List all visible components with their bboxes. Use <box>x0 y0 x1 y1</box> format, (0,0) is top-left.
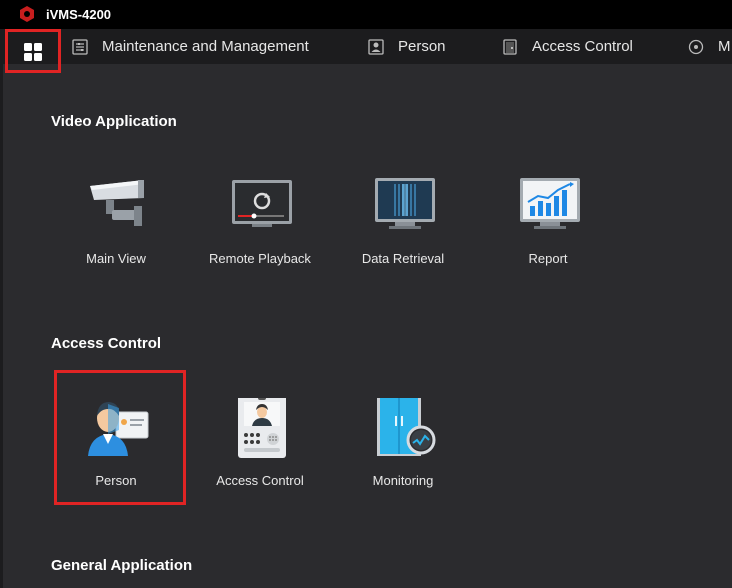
home-tab[interactable] <box>5 29 61 73</box>
app-label: Remote Playback <box>209 251 311 266</box>
tab-label: Maintenance and Management <box>102 38 309 55</box>
tab-maintenance[interactable]: Maintenance and Management <box>72 29 309 64</box>
maintenance-icon <box>72 38 88 55</box>
app-data-retrieval[interactable]: Data Retrieval <box>338 176 468 286</box>
tab-label: Person <box>398 38 446 55</box>
app-title: iVMS-4200 <box>46 7 112 22</box>
app-main-view[interactable]: Main View <box>51 176 181 286</box>
tab-person[interactable]: Person <box>368 29 446 64</box>
tab-access-control[interactable]: Access Control <box>502 29 633 64</box>
app-remote-playback[interactable]: Remote Playback <box>195 176 325 286</box>
home-grid-icon <box>24 43 42 61</box>
monitoring-icon <box>377 398 436 456</box>
app-monitoring[interactable]: Monitoring <box>338 398 468 508</box>
intercom-icon <box>238 398 286 458</box>
tab-more[interactable]: M <box>688 29 731 64</box>
app-person[interactable]: Person <box>51 398 181 508</box>
camera-icon <box>90 180 144 226</box>
app-label: Report <box>528 251 568 266</box>
app-label: Person <box>95 473 137 488</box>
app-access-control[interactable]: Access Control <box>195 398 325 508</box>
report-chart-icon <box>520 178 580 229</box>
person-card-icon <box>368 38 384 55</box>
tab-label: Access Control <box>532 38 633 55</box>
ivms-logo-icon <box>20 6 34 22</box>
app-label: Data Retrieval <box>361 251 445 266</box>
section-title-access-control: Access Control <box>51 335 162 352</box>
app-label: Access Control <box>216 473 304 488</box>
app-label: Main View <box>86 251 146 266</box>
data-retrieval-icon <box>375 178 435 229</box>
section-title-video: Video Application <box>51 113 177 130</box>
door-icon <box>503 38 517 55</box>
tab-label: M <box>718 38 731 55</box>
section-title-general: General Application <box>51 557 193 574</box>
title-bar: iVMS-4200 <box>0 0 732 29</box>
person-icon <box>88 402 149 456</box>
content-edge <box>0 64 3 588</box>
app-report[interactable]: Report <box>483 176 613 286</box>
app-label: Monitoring <box>372 473 434 488</box>
playback-icon <box>232 180 292 227</box>
compass-icon <box>688 39 704 54</box>
